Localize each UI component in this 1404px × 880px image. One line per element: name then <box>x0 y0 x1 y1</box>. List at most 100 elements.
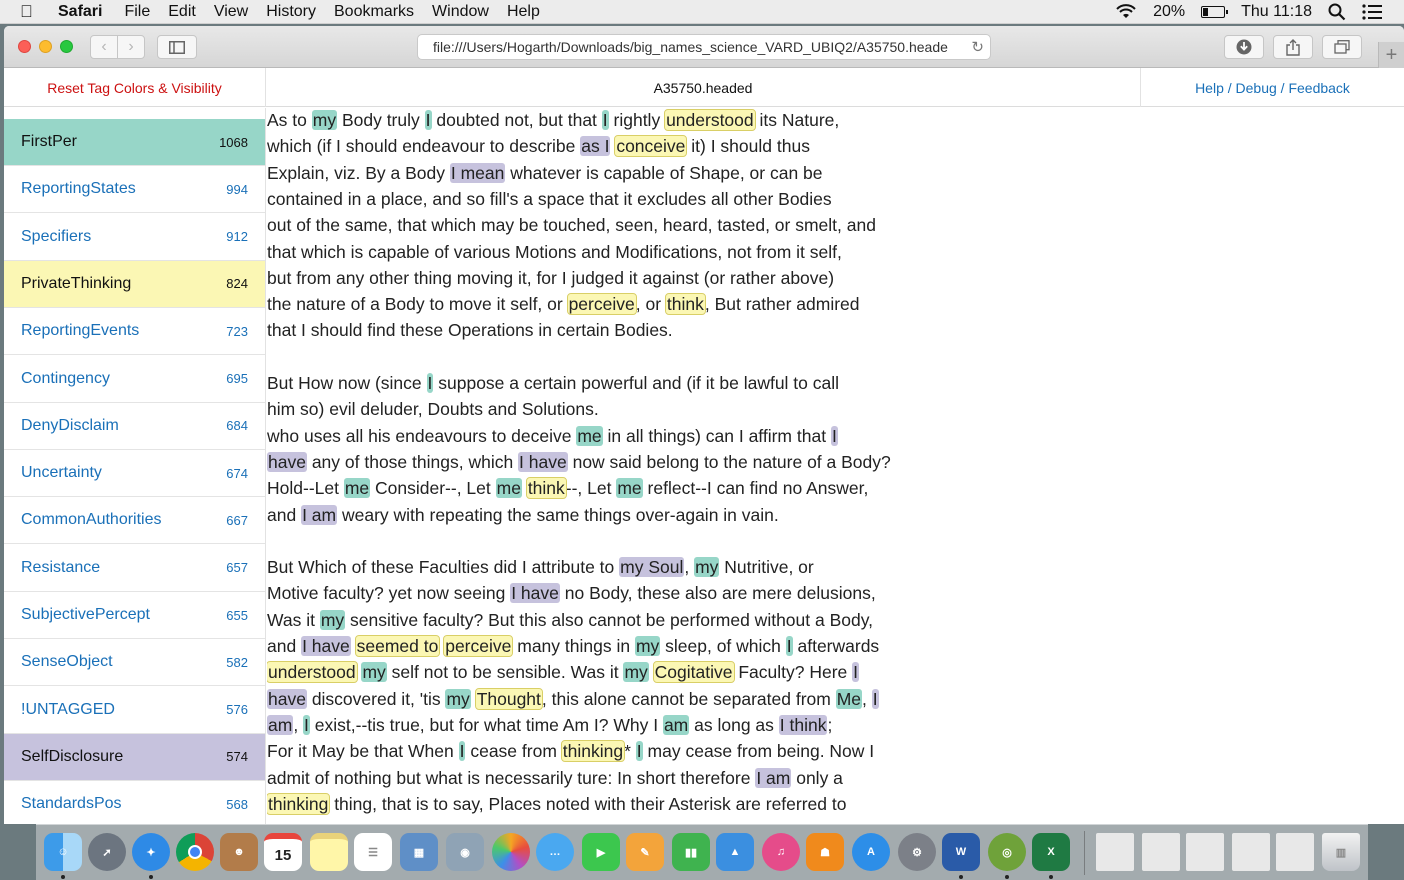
new-tab-button[interactable]: + <box>1378 42 1404 68</box>
tagged-token[interactable]: Cogitative <box>652 661 735 684</box>
safari-icon[interactable]: ✦ <box>132 833 170 871</box>
browser-globe-icon[interactable]: ◎ <box>988 833 1026 871</box>
image-capture-icon[interactable]: ◉ <box>446 833 484 871</box>
share-button[interactable] <box>1273 35 1313 59</box>
tagged-token[interactable]: my <box>319 609 346 630</box>
tagged-token[interactable]: think <box>664 293 706 316</box>
chrome-icon[interactable] <box>176 833 214 871</box>
tagged-token[interactable]: I <box>785 636 793 656</box>
tagged-token[interactable]: think <box>525 477 567 500</box>
notes-icon[interactable] <box>310 833 348 871</box>
tagged-token[interactable]: I am <box>755 767 792 788</box>
messages-icon[interactable]: … <box>536 833 574 871</box>
back-button[interactable]: ‹ <box>90 35 118 59</box>
tagged-token[interactable]: perceive <box>443 635 514 657</box>
tagged-token[interactable]: I <box>424 110 432 130</box>
calendar-icon[interactable]: 15 <box>264 833 302 871</box>
help-debug-feedback-link[interactable]: Help / Debug / Feedback <box>1140 68 1404 107</box>
tagged-token[interactable]: conceive <box>614 135 688 158</box>
pages-icon[interactable]: ✎ <box>626 833 664 871</box>
tagged-token[interactable]: my <box>694 557 720 578</box>
tagged-token[interactable]: my <box>445 688 471 709</box>
apple-menu-icon[interactable]:  <box>20 2 42 22</box>
tag-row[interactable]: Resistance 657 <box>4 544 265 592</box>
ibooks-icon[interactable]: ☗ <box>806 833 844 871</box>
menu-file[interactable]: File <box>124 3 150 21</box>
battery-icon[interactable] <box>1201 5 1229 18</box>
menu-clock[interactable]: Thu 11:18 <box>1241 3 1312 21</box>
tag-row[interactable]: CommonAuthorities 667 <box>4 497 265 545</box>
tag-row[interactable]: Specifiers 912 <box>4 213 265 261</box>
tagged-token[interactable]: I <box>635 741 643 762</box>
tagged-token[interactable]: thinking <box>560 740 626 763</box>
tagged-token[interactable]: I <box>830 425 838 446</box>
tagged-token[interactable]: understood <box>664 109 756 131</box>
tagged-token[interactable]: Thought <box>474 687 543 710</box>
menu-bookmarks[interactable]: Bookmarks <box>334 3 414 21</box>
tagged-token[interactable]: perceive <box>566 293 637 316</box>
zoom-window-button[interactable] <box>60 40 73 53</box>
itunes-icon[interactable]: ♫ <box>762 833 800 871</box>
menu-history[interactable]: History <box>266 3 316 21</box>
tag-row[interactable]: Contingency 695 <box>4 355 265 403</box>
wifi-icon[interactable] <box>1115 3 1137 20</box>
tagged-token[interactable]: my Soul <box>619 557 685 578</box>
tagged-token[interactable]: my <box>311 110 338 130</box>
tag-row[interactable]: DenyDisclaim 684 <box>4 402 265 450</box>
minimized-window-icon[interactable] <box>1096 833 1134 871</box>
battery-percent[interactable]: 20% <box>1153 3 1185 21</box>
keynote-icon[interactable]: ▲ <box>716 833 754 871</box>
tagged-token[interactable]: I <box>852 662 860 683</box>
tag-row[interactable]: PrivateThinking 824 <box>4 260 265 308</box>
tagged-token[interactable]: I am <box>301 504 338 525</box>
tagged-token[interactable]: me <box>616 478 643 499</box>
menu-window[interactable]: Window <box>432 3 489 21</box>
minimized-window-icon[interactable] <box>1142 833 1180 871</box>
menu-help[interactable]: Help <box>507 3 540 21</box>
tagged-token[interactable]: seemed to <box>354 635 441 657</box>
finder-icon[interactable]: ☺ <box>44 833 82 871</box>
tagged-token[interactable]: have <box>267 688 307 709</box>
tagged-token[interactable]: as I <box>580 136 611 157</box>
tagged-token[interactable]: I mean <box>449 162 506 183</box>
tagged-token[interactable]: am <box>267 714 294 735</box>
photos-icon[interactable] <box>492 833 530 871</box>
tagged-token[interactable]: me <box>495 478 522 499</box>
tagged-token[interactable]: I <box>601 110 609 130</box>
system-preferences-icon[interactable]: ⚙ <box>898 833 936 871</box>
numbers-icon[interactable]: ▮▮ <box>672 833 710 871</box>
app-store-icon[interactable]: A <box>852 833 890 871</box>
tag-row[interactable]: ReportingStates 994 <box>4 166 265 214</box>
excel-icon[interactable]: X <box>1032 833 1070 871</box>
tagged-token[interactable]: I have <box>518 451 568 472</box>
menu-view[interactable]: View <box>214 3 248 21</box>
tagged-token[interactable]: Me <box>835 688 863 709</box>
tagged-token[interactable]: me <box>343 478 371 499</box>
tag-row[interactable]: SenseObject 582 <box>4 639 265 687</box>
tagged-token[interactable]: I have <box>301 636 351 656</box>
reload-icon[interactable]: ↻ <box>967 38 984 56</box>
close-window-button[interactable] <box>18 40 31 53</box>
tagged-token[interactable]: my <box>634 636 661 656</box>
tag-row[interactable]: FirstPer 1068 <box>4 119 265 166</box>
facetime-icon[interactable]: ▶ <box>582 833 620 871</box>
menu-edit[interactable]: Edit <box>168 3 196 21</box>
reset-tag-colors-link[interactable]: Reset Tag Colors & Visibility <box>4 68 266 107</box>
address-bar[interactable]: file:///Users/Hogarth/Downloads/big_name… <box>417 34 991 60</box>
tagged-token[interactable]: thinking <box>267 792 331 815</box>
preview-icon[interactable]: ▦ <box>400 833 438 871</box>
notification-center-icon[interactable] <box>1362 3 1382 20</box>
launchpad-icon[interactable]: ➚ <box>88 833 126 871</box>
tag-row[interactable]: ReportingEvents 723 <box>4 308 265 356</box>
tag-row[interactable]: Uncertainty 674 <box>4 450 265 498</box>
spotlight-search-icon[interactable] <box>1328 3 1346 21</box>
tagged-token[interactable]: have <box>267 451 307 472</box>
tagged-token[interactable]: am <box>662 714 690 735</box>
downloads-button[interactable] <box>1224 35 1264 59</box>
tag-row[interactable]: !UNTAGGED 576 <box>4 686 265 734</box>
forward-button[interactable]: › <box>117 35 145 59</box>
contacts-icon[interactable]: ☻ <box>220 833 258 871</box>
tagged-token[interactable]: my <box>623 662 649 683</box>
trash-icon[interactable]: ▥ <box>1322 833 1360 871</box>
tagged-token[interactable]: my <box>361 662 387 683</box>
